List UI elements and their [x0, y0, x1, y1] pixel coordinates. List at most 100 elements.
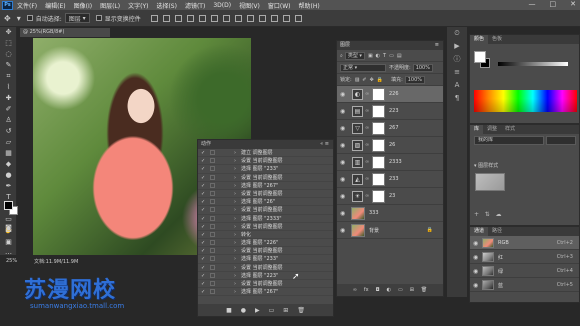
check-icon[interactable]: ✓ — [201, 231, 205, 239]
menu-select[interactable]: 选择(S) — [156, 1, 177, 10]
check-icon[interactable]: ✓ — [201, 182, 205, 190]
visibility-eye-icon[interactable]: ◉ — [473, 282, 478, 289]
link-chain-icon[interactable]: ∞ — [365, 176, 369, 182]
link-layers-icon[interactable]: ∞ — [353, 287, 357, 293]
expand-arrow-icon[interactable]: › — [234, 223, 236, 231]
dialog-toggle[interactable] — [210, 240, 215, 246]
tab-paths[interactable]: 路径 — [488, 227, 506, 236]
channel-row[interactable]: ◉ 绿 Ctrl+4 — [470, 264, 579, 278]
library-item-thumbnail[interactable] — [475, 173, 505, 191]
expand-arrow-icon[interactable]: › — [234, 190, 236, 198]
check-icon[interactable]: ✓ — [201, 280, 205, 288]
tab-adjustments[interactable]: 调整 — [483, 125, 501, 134]
visibility-eye-icon[interactable]: ◉ — [340, 210, 345, 217]
filter-type-icon[interactable]: T — [383, 53, 386, 59]
blur-icon[interactable]: ◆ — [0, 159, 17, 170]
expand-arrow-icon[interactable]: › — [234, 247, 236, 255]
link-chain-icon[interactable]: ∞ — [365, 159, 369, 165]
menu-help[interactable]: 帮助(H) — [299, 1, 320, 10]
lock-all-icon[interactable]: 🔒 — [377, 77, 383, 83]
quick-mask-icon[interactable]: ◙ — [0, 223, 17, 234]
zoom-level[interactable]: 25% — [6, 258, 17, 264]
check-icon[interactable]: ✓ — [201, 223, 205, 231]
dialog-toggle[interactable] — [210, 231, 215, 237]
dialog-toggle[interactable] — [210, 248, 215, 254]
add-content-icon[interactable]: + — [474, 211, 479, 218]
library-search-input[interactable] — [546, 136, 576, 145]
filter-pixel-icon[interactable]: ▣ — [368, 53, 373, 59]
new-set-icon[interactable]: ▭ — [269, 307, 275, 314]
visibility-eye-icon[interactable]: ◉ — [473, 254, 478, 261]
lock-move-icon[interactable]: ✥ — [370, 77, 374, 83]
link-chain-icon[interactable]: ∞ — [365, 108, 369, 114]
action-row[interactable]: ✓ › 设置 当前调整图层 — [198, 264, 333, 272]
delete-layer-icon[interactable]: 🗑 — [421, 287, 427, 293]
action-row[interactable]: ✓ › 建立 调整图层 — [198, 149, 333, 158]
dialog-toggle[interactable] — [210, 215, 215, 221]
marquee-icon[interactable]: ⬚ — [0, 38, 17, 49]
action-row[interactable]: ✓ › 设置 当前调整图层 — [198, 190, 333, 199]
tab-color[interactable]: 颜色 — [470, 35, 489, 44]
layer-row[interactable]: ◉ ▤ ∞ 223 — [337, 103, 443, 120]
dialog-toggle[interactable] — [210, 166, 215, 172]
distribute-center-icon[interactable] — [270, 14, 278, 22]
expand-arrow-icon[interactable]: › — [234, 264, 236, 272]
delete-icon[interactable]: 🗑 — [297, 307, 305, 314]
new-adjustment-icon[interactable]: ◐ — [387, 287, 391, 293]
dialog-toggle[interactable] — [210, 174, 215, 180]
history-brush-icon[interactable]: ↺ — [0, 126, 17, 137]
action-row[interactable]: ✓ › 选择 图层 "226" — [198, 239, 333, 248]
tab-libraries[interactable]: 库 — [470, 125, 484, 134]
visibility-eye-icon[interactable]: ◉ — [340, 125, 345, 132]
layer-photo-thumbnail[interactable] — [351, 207, 365, 220]
gradient-icon[interactable]: ▦ — [0, 148, 17, 159]
crop-icon[interactable]: ⌗ — [0, 71, 17, 82]
action-row[interactable]: ✓ › 转化 — [198, 231, 333, 240]
check-icon[interactable]: ✓ — [201, 255, 205, 263]
align-center-icon[interactable] — [198, 14, 206, 22]
lock-paint-icon[interactable]: ✐ — [362, 77, 366, 83]
expand-arrow-icon[interactable]: › — [234, 239, 236, 247]
gray-slider[interactable] — [498, 62, 568, 66]
action-row[interactable]: ✓ › 选择 图层 "233" — [198, 165, 333, 174]
history-icon[interactable]: ⏲ — [447, 27, 467, 40]
color-spectrum[interactable] — [474, 90, 577, 112]
layer-row[interactable]: ◉ ◭ ∞ 233 — [337, 171, 443, 188]
check-icon[interactable]: ✓ — [201, 264, 205, 272]
dialog-toggle[interactable] — [210, 158, 215, 164]
check-icon[interactable]: ✓ — [201, 198, 205, 206]
action-row[interactable]: ✓ › 选择 图层 "267" — [198, 288, 333, 297]
check-icon[interactable]: ✓ — [201, 174, 205, 182]
layer-mask-thumbnail[interactable] — [372, 190, 385, 203]
action-row[interactable]: ✓ › 设置 当前调整图层 — [198, 206, 333, 215]
play-icon[interactable]: ▶ — [255, 307, 260, 314]
auto-select-dropdown[interactable]: 图层 ▾ — [64, 13, 90, 23]
foreground-color-swatch[interactable] — [474, 51, 486, 63]
distribute-right-icon[interactable] — [282, 14, 290, 22]
new-action-icon[interactable]: ⊞ — [283, 307, 288, 314]
layer-filter-select[interactable]: 类型 ▾ — [344, 51, 365, 60]
link-chain-icon[interactable]: ∞ — [365, 125, 369, 131]
auto-align-icon[interactable] — [294, 14, 302, 22]
eraser-icon[interactable]: ▱ — [0, 137, 17, 148]
visibility-eye-icon[interactable]: ◉ — [340, 193, 345, 200]
dialog-toggle[interactable] — [210, 289, 215, 295]
check-icon[interactable]: ✓ — [201, 165, 205, 173]
visibility-eye-icon[interactable]: ◉ — [340, 227, 345, 234]
check-icon[interactable]: ✓ — [201, 206, 205, 214]
close-button[interactable]: ✕ — [570, 0, 576, 8]
move-tool-icon[interactable]: ✥ — [4, 14, 11, 23]
foreground-color-swatch[interactable] — [4, 201, 13, 210]
menu-image[interactable]: 图像(I) — [74, 1, 92, 10]
tab-channels[interactable]: 通道 — [470, 227, 489, 236]
layers-panel-header[interactable]: 图层 ≡ — [337, 41, 443, 50]
panel-menu-icon[interactable]: ≡ — [435, 41, 439, 50]
check-icon[interactable]: ✓ — [201, 157, 205, 165]
layer-mask-thumbnail[interactable] — [372, 122, 385, 135]
dodge-icon[interactable]: ● — [0, 170, 17, 181]
dialog-toggle[interactable] — [210, 281, 215, 286]
layer-row[interactable]: ◉ ▥ ∞ 2333 — [337, 154, 443, 171]
visibility-eye-icon[interactable]: ◉ — [340, 159, 345, 166]
align-bottom-icon[interactable] — [174, 14, 182, 22]
layer-mask-thumbnail[interactable] — [372, 156, 385, 169]
